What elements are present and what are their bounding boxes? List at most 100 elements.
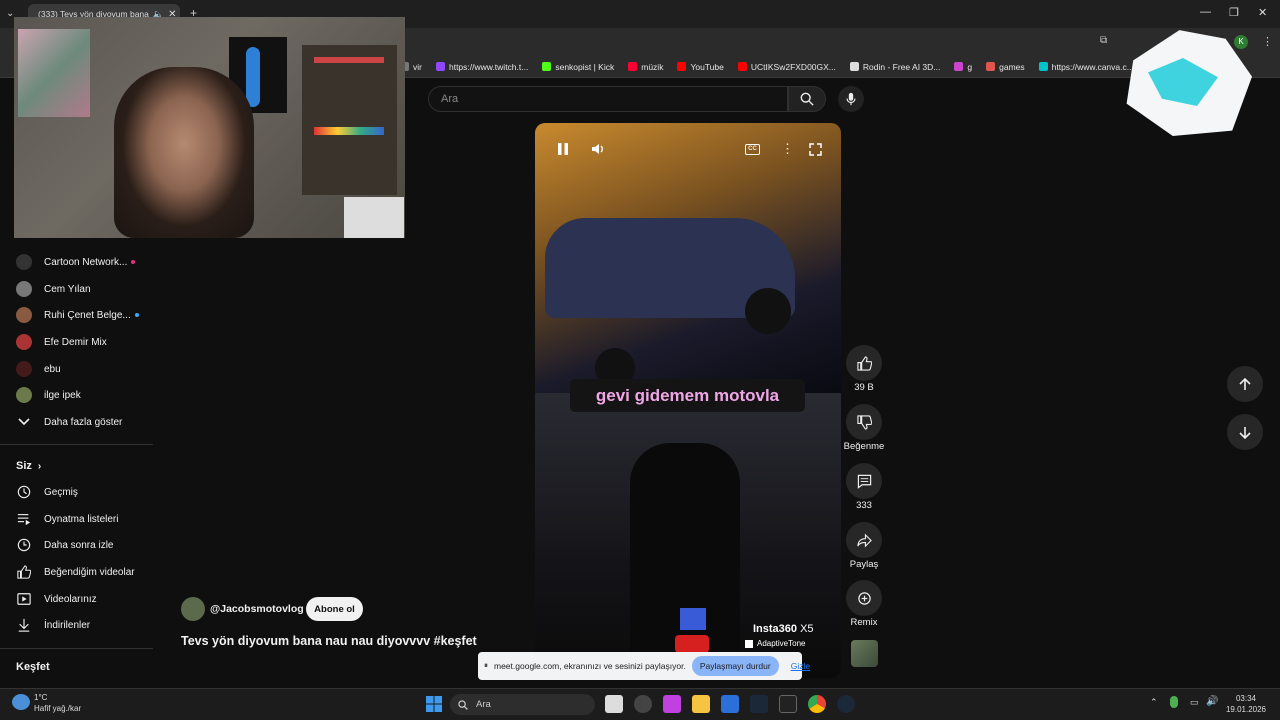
voice-search-button[interactable] bbox=[838, 86, 864, 112]
maximize-icon[interactable]: ❐ bbox=[1229, 6, 1239, 19]
car-wheel bbox=[745, 288, 791, 334]
bookmark-favicon-icon bbox=[628, 62, 638, 71]
share-button[interactable] bbox=[846, 522, 882, 558]
remix-button[interactable] bbox=[846, 580, 882, 616]
weather-widget[interactable]: 1°C Hafif yağ./kar bbox=[34, 692, 81, 714]
microphone-icon[interactable] bbox=[1170, 696, 1178, 708]
sidebar-item-liked-videos[interactable]: Beğendiğim videolar bbox=[16, 562, 135, 582]
pause-icon[interactable] bbox=[557, 143, 569, 155]
audio-thumbnail[interactable] bbox=[851, 640, 878, 667]
bookmark-favicon-icon bbox=[542, 62, 552, 71]
bookmark-item[interactable]: https://www.canva.c... bbox=[1038, 61, 1134, 72]
clock-date: 19.01.2026 bbox=[1225, 705, 1267, 714]
bookmark-favicon-icon bbox=[954, 62, 964, 71]
comments-count: 333 bbox=[856, 500, 872, 511]
search-icon bbox=[458, 699, 468, 710]
show-more-button[interactable]: Daha fazla göster bbox=[16, 412, 122, 432]
channel-avatar bbox=[16, 254, 32, 270]
chrome-icon[interactable] bbox=[808, 695, 826, 713]
window-close-icon[interactable]: ✕ bbox=[1258, 6, 1267, 19]
bookmark-item[interactable]: müzik bbox=[628, 62, 663, 72]
app-icon[interactable] bbox=[663, 695, 681, 713]
playlist-icon bbox=[16, 511, 32, 527]
bookmark-item[interactable]: https://www.twitch.t... bbox=[435, 61, 529, 72]
bookmark-item[interactable]: YouTube bbox=[677, 62, 724, 72]
subscription-label: Ruhi Çenet Belge... bbox=[44, 309, 131, 321]
comments-button[interactable] bbox=[846, 463, 882, 499]
profile-avatar[interactable]: K bbox=[1234, 35, 1248, 49]
bookmark-item[interactable]: games bbox=[986, 62, 1025, 72]
bookmark-label: g bbox=[967, 61, 973, 72]
previous-short-button[interactable] bbox=[1227, 366, 1263, 402]
remix-icon bbox=[857, 591, 871, 605]
weather-icon[interactable] bbox=[12, 694, 30, 710]
dislike-button[interactable] bbox=[846, 404, 882, 440]
sidebar-subscription-item[interactable]: Cem Yılan bbox=[16, 279, 91, 299]
video-title[interactable]: Tevs yön diyovum bana nau nau diyovvvv #… bbox=[181, 634, 477, 648]
motorcycle-taillight bbox=[675, 635, 709, 653]
windows-start-icon[interactable] bbox=[426, 696, 442, 712]
bookmark-item[interactable]: senkopist | Kick bbox=[542, 62, 614, 72]
likes-count: 39 B bbox=[854, 382, 874, 393]
bookmark-label: https://www.canva.c... bbox=[1051, 61, 1134, 72]
you-header-label: Siz bbox=[16, 460, 32, 472]
bookmark-favicon-icon bbox=[849, 62, 859, 71]
hide-banner-link[interactable]: Gizle bbox=[791, 661, 810, 671]
parrot-figure bbox=[246, 47, 260, 107]
channel-handle[interactable]: @Jacobsmotovlog bbox=[210, 603, 304, 615]
app-icon[interactable] bbox=[634, 695, 652, 713]
task-view-icon[interactable] bbox=[605, 695, 623, 713]
bookmark-item[interactable]: Rodin - Free AI 3D... bbox=[849, 62, 940, 72]
shelf-toys bbox=[314, 57, 384, 63]
like-button[interactable] bbox=[846, 345, 882, 381]
captions-icon[interactable]: CC bbox=[745, 144, 760, 155]
bookmark-item[interactable]: UCtIKSw2FXD00GX... bbox=[737, 62, 836, 72]
webcam-overlay bbox=[14, 17, 405, 238]
sidebar-item-playlist[interactable]: Oynatma listeleri bbox=[16, 509, 118, 529]
sidebar-you-header[interactable]: Siz › bbox=[16, 460, 41, 472]
search-button[interactable] bbox=[788, 86, 826, 112]
sidebar-item-label: Oynatma listeleri bbox=[44, 513, 119, 525]
bookmark-favicon-icon bbox=[1038, 62, 1048, 71]
bookmark-label: https://www.twitch.t... bbox=[448, 61, 529, 72]
watermark-brand: Insta360 X5 bbox=[753, 623, 814, 635]
steam-icon[interactable] bbox=[750, 695, 768, 713]
volume-icon[interactable]: 🔊 bbox=[1206, 696, 1218, 707]
sidebar-item-your-videos[interactable]: Videolarınız bbox=[16, 589, 97, 609]
search-input[interactable]: Ara bbox=[428, 86, 788, 112]
sidebar-subscription-item[interactable]: ilge ipek bbox=[16, 385, 81, 405]
sidebar-subscription-item[interactable]: Efe Demir Mix bbox=[16, 332, 107, 352]
sidebar-item-history[interactable]: Geçmiş bbox=[16, 482, 78, 502]
subscribe-button[interactable]: Abone ol bbox=[306, 597, 363, 621]
minimize-icon[interactable]: — bbox=[1200, 6, 1211, 18]
sidebar-subscription-item[interactable]: Ruhi Çenet Belge... bbox=[16, 305, 139, 325]
fullscreen-icon[interactable] bbox=[809, 143, 822, 156]
taskbar-search[interactable]: Ara bbox=[450, 694, 595, 715]
stop-sharing-button[interactable]: Paylaşmayı durdur bbox=[691, 656, 779, 676]
bookmark-label: games bbox=[999, 61, 1025, 72]
cast-icon[interactable]: ⧉ bbox=[1100, 35, 1107, 46]
sidebar-subscription-item[interactable]: ebu bbox=[16, 359, 61, 379]
epic-games-icon[interactable] bbox=[779, 695, 797, 713]
motorcycle-light bbox=[680, 608, 706, 630]
next-short-button[interactable] bbox=[1227, 414, 1263, 450]
sidebar-subscription-item[interactable]: Cartoon Network... bbox=[16, 252, 136, 272]
channel-avatar[interactable] bbox=[181, 597, 205, 621]
system-clock[interactable]: 03:34 19.01.2026 bbox=[1222, 693, 1270, 715]
store-icon[interactable] bbox=[721, 695, 739, 713]
more-options-icon[interactable]: ⋮ bbox=[781, 141, 794, 157]
channel-avatar bbox=[16, 281, 32, 297]
weather-temp: 1°C bbox=[34, 693, 48, 702]
bookmark-item[interactable]: g bbox=[954, 62, 972, 72]
sidebar-item-downloads[interactable]: İndirilenler bbox=[16, 615, 90, 635]
history-icon bbox=[16, 484, 32, 500]
arrow-down-icon bbox=[1239, 426, 1251, 439]
sidebar-item-watch-later[interactable]: Daha sonra izle bbox=[16, 535, 113, 555]
volume-icon[interactable] bbox=[591, 142, 605, 156]
steam-icon[interactable] bbox=[837, 695, 855, 713]
menu-kebab-icon[interactable]: ⋮ bbox=[1262, 35, 1273, 48]
network-icon[interactable]: ▭ bbox=[1190, 697, 1199, 708]
chevron-up-icon[interactable]: ⌃ bbox=[1150, 697, 1158, 708]
file-explorer-icon[interactable] bbox=[692, 695, 710, 713]
bookmark-label: müzik bbox=[641, 61, 664, 72]
